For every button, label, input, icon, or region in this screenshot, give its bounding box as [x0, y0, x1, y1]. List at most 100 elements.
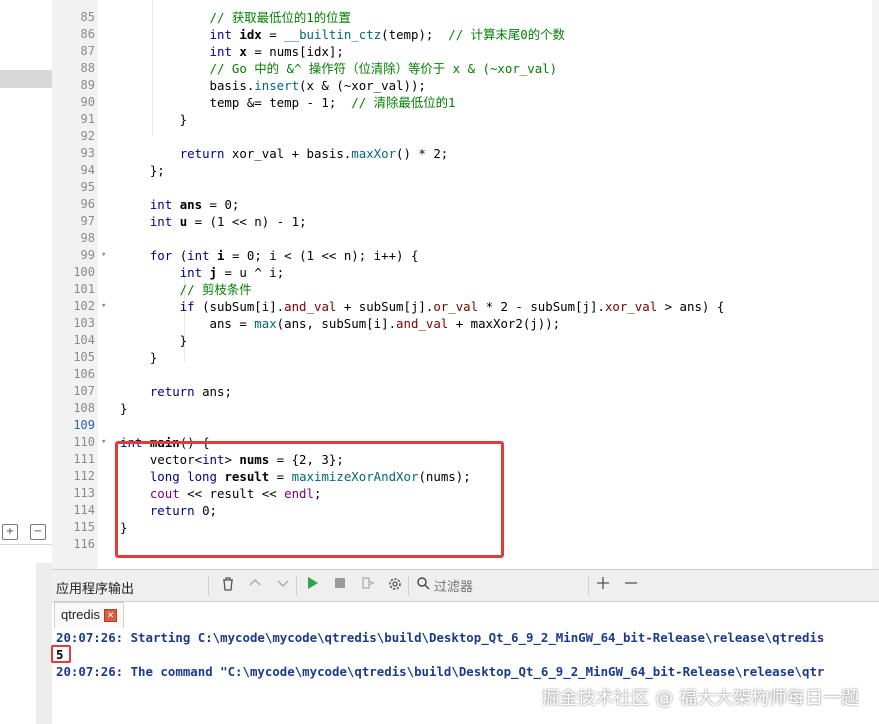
toolbar-separator	[588, 576, 589, 596]
code-text: // 剪枝条件	[120, 281, 252, 298]
code-token: temp &= temp - 1;	[120, 95, 352, 110]
code-line[interactable]: 99 ▾ for (int i = 0; i < (1 << n); i++) {	[52, 247, 879, 264]
code-token: = u ^ i;	[217, 265, 285, 280]
code-token: // 获取最低位的1的位置	[120, 10, 351, 25]
code-token: // 剪枝条件	[120, 282, 252, 297]
editor-scrollbar[interactable]	[872, 0, 879, 569]
code-token: int	[149, 197, 173, 212]
code-line[interactable]: 102 ▾ if (subSum[i].and_val + subSum[j].o…	[52, 298, 879, 315]
code-line[interactable]: 107 return ans;	[52, 383, 879, 400]
expand-all-icon[interactable]: +	[2, 524, 18, 540]
left-side-panel: + −	[0, 0, 52, 724]
code-line[interactable]: 93 return xor_val + basis.maxXor() * 2;	[52, 145, 879, 162]
line-number: 91	[80, 112, 95, 126]
code-line[interactable]: 103 ans = max(ans, subSum[i].and_val + m…	[52, 315, 879, 332]
up-arrow-icon[interactable]	[246, 576, 264, 594]
code-line[interactable]: 101 // 剪枝条件	[52, 281, 879, 298]
code-line[interactable]: 96 int ans = 0;	[52, 196, 879, 213]
plus-icon[interactable]	[594, 576, 612, 594]
left-panel-splitter[interactable]	[36, 563, 52, 724]
watermark: 掘金技术社区 @ 福大大架构师每日一题	[541, 688, 859, 709]
code-token: }	[120, 333, 188, 348]
line-number: 111	[73, 452, 95, 466]
attach-icon[interactable]	[359, 576, 377, 594]
code-token: // Go 中的 &^ 操作符（位清除）等价于 x & (~xor_val)	[120, 61, 558, 76]
code-text: int idx = __builtin_ctz(temp); // 计算末尾0的…	[120, 26, 565, 43]
code-line[interactable]: 104 }	[52, 332, 879, 349]
code-text: }	[120, 400, 127, 417]
code-token: xor_val + basis.	[224, 146, 352, 161]
code-token: j	[209, 265, 218, 280]
line-number: 101	[73, 282, 95, 296]
fold-arrow-icon[interactable]: ▾	[101, 434, 111, 451]
code-token: insert	[254, 78, 300, 93]
line-number: 110	[73, 435, 95, 449]
code-token: + maxXor2(j));	[448, 316, 561, 331]
minus-icon[interactable]	[622, 576, 640, 594]
code-token: and_val	[284, 299, 337, 314]
toolbar-separator	[296, 576, 297, 596]
line-number: 103	[73, 316, 95, 330]
fold-arrow-icon[interactable]: ▾	[101, 247, 111, 264]
code-line[interactable]: 97 int u = (1 << n) - 1;	[52, 213, 879, 230]
output-panel-title: 应用程序输出	[56, 581, 135, 596]
code-text: int ans = 0;	[120, 196, 240, 213]
code-token: return	[179, 146, 225, 161]
code-line[interactable]: 87 int x = nums[idx];	[52, 43, 879, 60]
code-line[interactable]: 88 // Go 中的 &^ 操作符（位清除）等价于 x & (~xor_val…	[52, 60, 879, 77]
code-line[interactable]: 90 temp &= temp - 1; // 清除最低位的1	[52, 94, 879, 111]
collapse-all-icon[interactable]: −	[30, 524, 46, 540]
code-line[interactable]: 109	[52, 417, 879, 434]
close-icon[interactable]: ✕	[104, 609, 118, 623]
tab-qtredis[interactable]: qtredis ✕	[54, 602, 125, 628]
trash-icon[interactable]	[219, 576, 237, 594]
line-number: 105	[73, 350, 95, 364]
filter-input[interactable]	[434, 576, 584, 596]
output-tabs: qtredis ✕	[52, 602, 879, 628]
line-number: 97	[80, 214, 95, 228]
code-token: int	[209, 44, 232, 59]
fold-arrow-icon[interactable]: ▾	[101, 298, 111, 315]
code-text: return xor_val + basis.maxXor() * 2;	[120, 145, 449, 162]
output-toolbar: 应用程序输出	[52, 569, 879, 602]
code-line[interactable]: 94 };	[52, 162, 879, 179]
code-token: (x & (~xor_val));	[299, 78, 426, 93]
toolbar-separator	[408, 576, 409, 596]
code-line[interactable]: 91 }	[52, 111, 879, 128]
code-line[interactable]: 86 int idx = __builtin_ctz(temp); // 计算末…	[52, 26, 879, 43]
code-text: ans = max(ans, subSum[i].and_val + maxXo…	[120, 315, 561, 332]
code-token: (ans, subSum[i].	[276, 316, 397, 331]
stop-icon[interactable]	[331, 576, 349, 594]
main-function-highlight	[115, 441, 504, 558]
code-token: > ans) {	[657, 299, 725, 314]
line-number: 99	[80, 248, 95, 262]
line-number: 87	[80, 44, 95, 58]
toolbar-separator	[208, 576, 209, 596]
tab-label: qtredis	[61, 607, 101, 622]
code-token: int	[149, 214, 173, 229]
code-line[interactable]: 100 int j = u ^ i;	[52, 264, 879, 281]
code-token: int	[209, 27, 232, 42]
code-line[interactable]: 92	[52, 128, 879, 145]
code-line[interactable]: 105 }	[52, 349, 879, 366]
line-number: 93	[80, 146, 95, 160]
code-text: temp &= temp - 1; // 清除最低位的1	[120, 94, 456, 111]
line-number: 92	[80, 129, 95, 143]
code-line[interactable]: 95	[52, 179, 879, 196]
code-text: return ans;	[120, 383, 232, 400]
code-line[interactable]: 89 basis.insert(x & (~xor_val));	[52, 77, 879, 94]
code-line[interactable]: 85 // 获取最低位的1的位置	[52, 9, 879, 26]
settings-icon[interactable]	[386, 576, 404, 594]
line-number: 89	[80, 78, 95, 92]
line-number: 116	[73, 537, 95, 551]
code-line[interactable]: 106	[52, 366, 879, 383]
down-arrow-icon[interactable]	[274, 576, 292, 594]
code-line[interactable]: 108}	[52, 400, 879, 417]
left-panel-selected-row[interactable]	[0, 70, 52, 88]
run-icon[interactable]	[303, 576, 321, 594]
line-number: 98	[80, 231, 95, 245]
code-line[interactable]: 98	[52, 230, 879, 247]
output-line: 20:07:26: Starting C:\mycode\mycode\qtre…	[56, 630, 825, 645]
